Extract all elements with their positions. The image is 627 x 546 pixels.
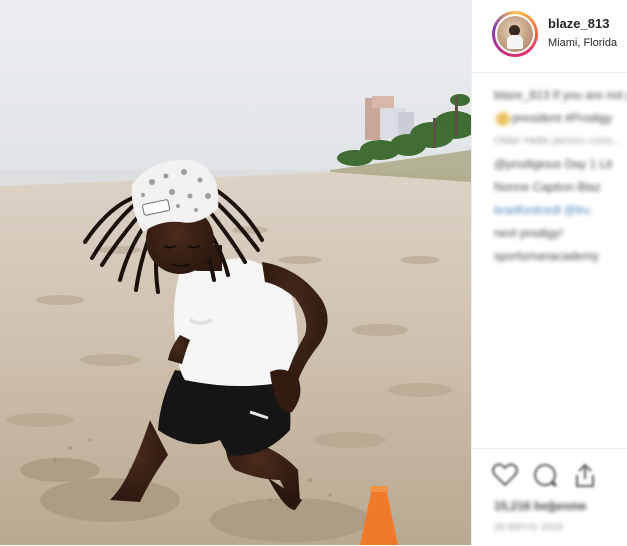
avatar-image — [497, 16, 533, 52]
heart-icon[interactable] — [492, 463, 518, 492]
beach-photo-illustration — [0, 0, 471, 545]
comment-line: @prodigious Day 1 Lit — [494, 157, 613, 171]
emoji-icon — [496, 111, 510, 126]
instagram-post-window: blaze_813 Miami, Florida blaze_813 If yo… — [0, 0, 627, 545]
comment-line: next prodigy! — [494, 226, 563, 240]
comment-line: blaze_813 If you are not prepared... — [494, 88, 627, 102]
post-header: blaze_813 Miami, Florida — [472, 0, 627, 73]
post-photo[interactable] — [0, 0, 471, 545]
story-ring[interactable] — [492, 11, 538, 57]
post-sidebar: blaze_813 Miami, Florida blaze_813 If yo… — [471, 0, 627, 545]
avatar[interactable] — [495, 14, 535, 54]
comment-line: president #Prodigy — [494, 107, 627, 130]
comment-bubble-icon[interactable] — [532, 463, 558, 492]
comments-list: blaze_813 If you are not prepared... pre… — [494, 84, 627, 268]
comment-line: Older Hello person cons... — [494, 135, 622, 147]
username-link[interactable]: blaze_813 — [548, 16, 609, 31]
likes-count[interactable]: 15,216 beğenme — [494, 499, 587, 513]
comment-line: Nonne Caption Blaz — [494, 180, 601, 194]
comment-line: sportsmanacademy — [494, 249, 599, 263]
share-icon[interactable] — [572, 463, 598, 494]
post-actions: 15,216 beğenme 28 MAYIS 2018 — [472, 448, 627, 546]
comment-line[interactable]: bradfordcirdl @tru — [494, 199, 627, 222]
post-date: 28 MAYIS 2018 — [494, 522, 563, 532]
location-link[interactable]: Miami, Florida — [548, 37, 624, 49]
